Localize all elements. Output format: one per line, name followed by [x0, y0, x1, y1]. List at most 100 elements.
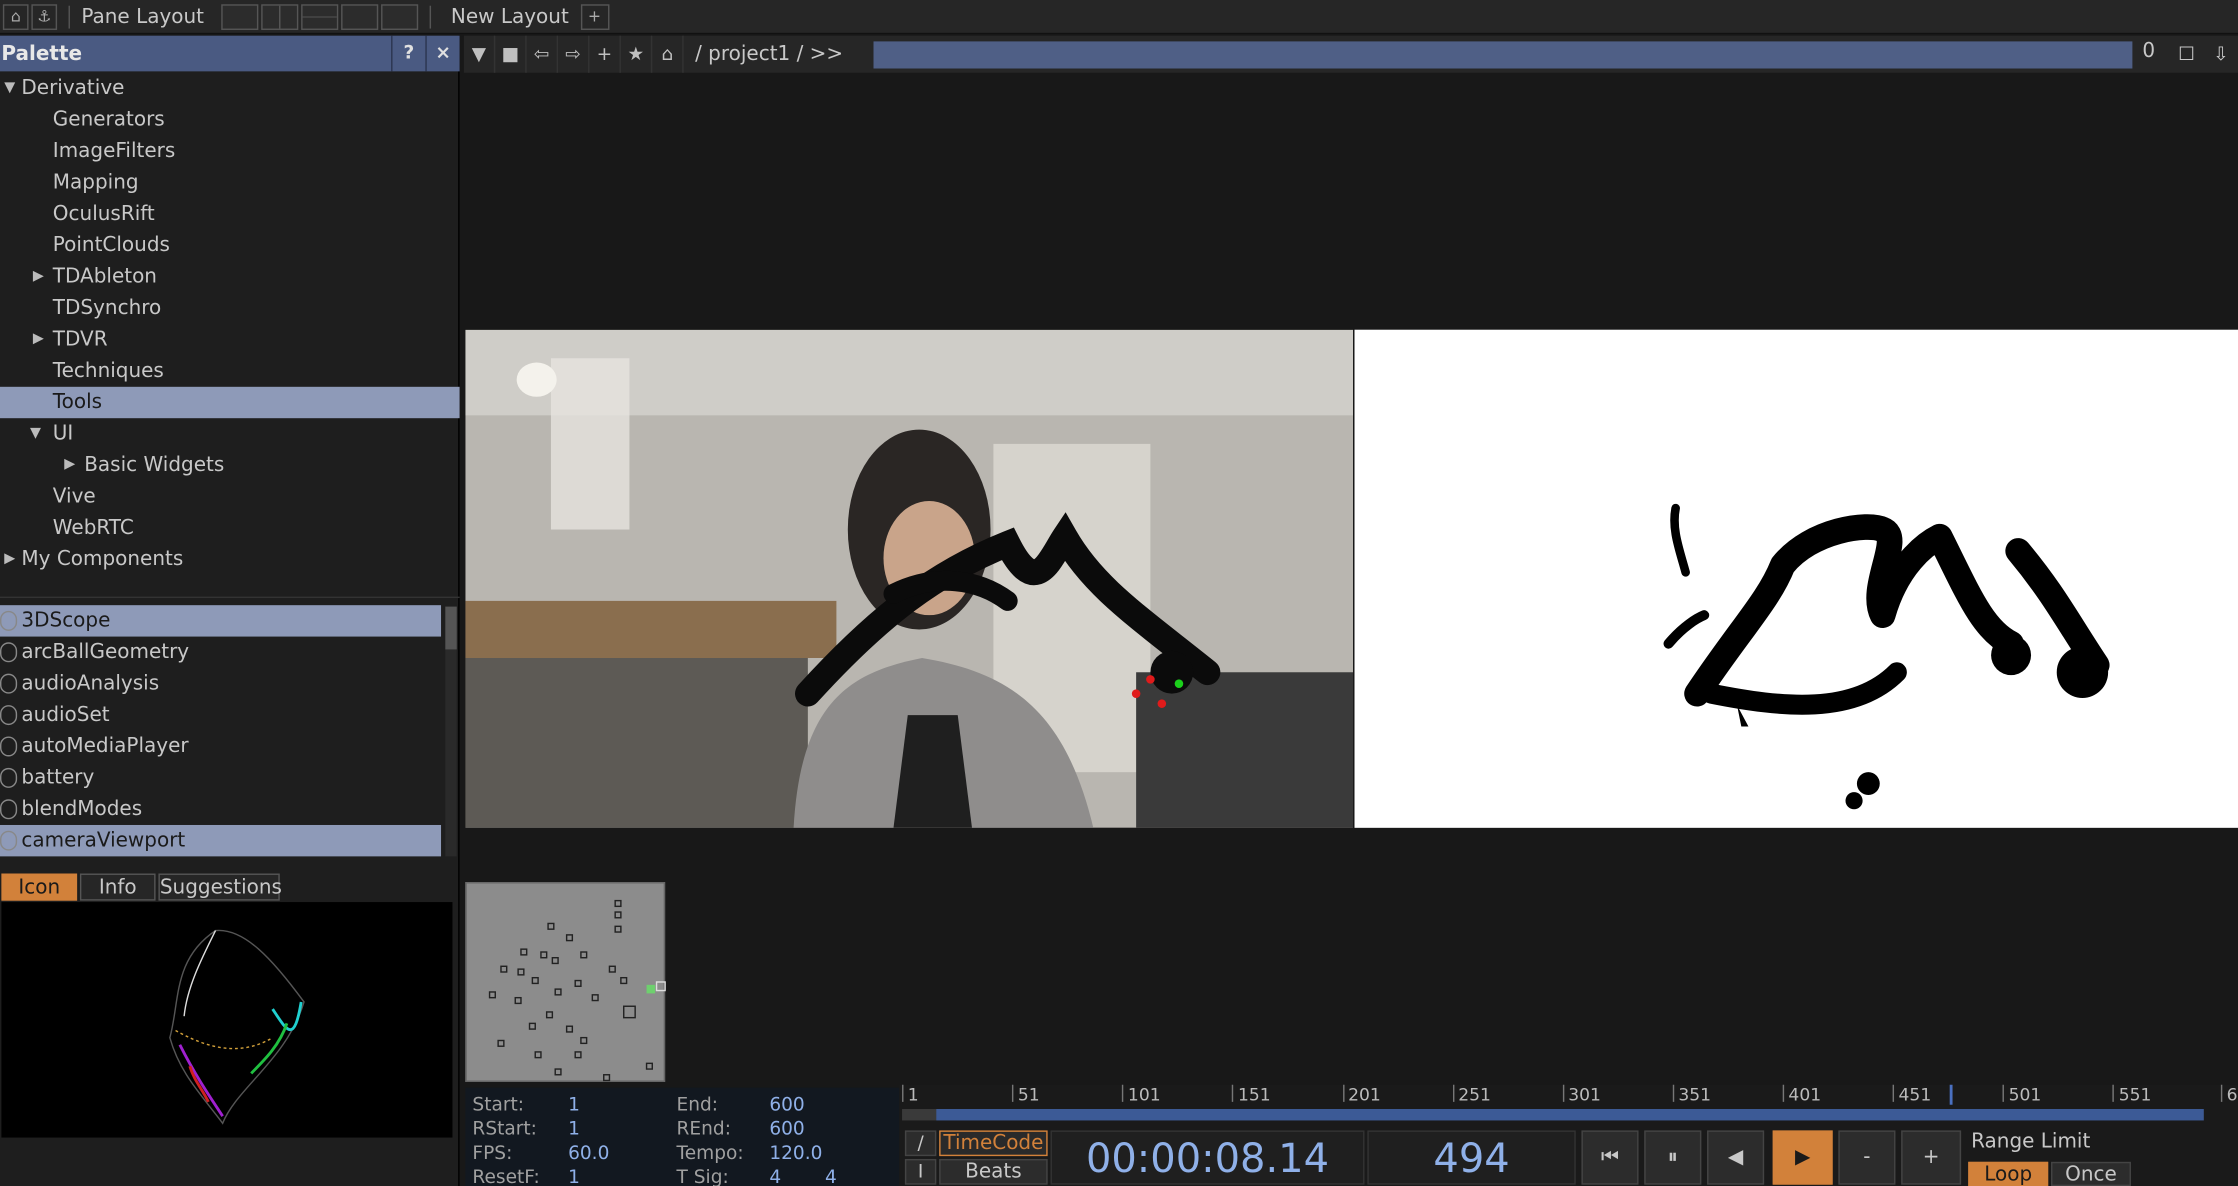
back-icon[interactable]: ⇦	[527, 35, 559, 73]
list-scrollbar[interactable]	[445, 606, 457, 857]
list-item[interactable]: battery	[0, 762, 441, 793]
playhead[interactable]	[1950, 1084, 1954, 1105]
stop-icon[interactable]: ■	[495, 35, 527, 73]
counter: 0	[2142, 39, 2156, 63]
step-back-icon[interactable]: ◀	[1707, 1130, 1765, 1185]
help-button[interactable]: ?	[391, 35, 425, 72]
end-field[interactable]: 600	[769, 1095, 804, 1116]
rstart-field[interactable]: 1	[568, 1119, 580, 1140]
tab-info[interactable]: Info	[79, 873, 156, 901]
pause-icon[interactable]: ⏸	[1644, 1130, 1702, 1185]
tab-icon[interactable]: Icon	[1, 873, 78, 901]
path-input[interactable]	[873, 41, 2133, 69]
resetf-field[interactable]: 1	[568, 1168, 580, 1186]
timeline-tick-label: 351	[1672, 1084, 1711, 1105]
list-item[interactable]: autoMediaPlayer	[0, 731, 441, 762]
timeline-tick-label: 51	[1012, 1084, 1040, 1105]
loop-toggle[interactable]: Loop	[1968, 1161, 2049, 1186]
new-layout-label[interactable]: New Layout	[451, 5, 569, 28]
tree-item-ui[interactable]: ▼ UI	[0, 418, 460, 449]
tree-item-techniques[interactable]: Techniques	[0, 355, 460, 386]
expand-icon[interactable]: ▶	[64, 450, 75, 481]
tsig-numerator-field[interactable]: 4	[769, 1168, 781, 1186]
anchor-icon[interactable]: ⚓	[31, 3, 58, 30]
window-icon[interactable]: ⌂	[2, 3, 29, 30]
layout-split-v-button[interactable]	[261, 3, 299, 30]
once-toggle[interactable]: Once	[2051, 1161, 2131, 1186]
tree-item-webrtc[interactable]: WebRTC	[0, 512, 460, 543]
layout-split-h-button[interactable]	[301, 3, 339, 30]
speed-decrease-button[interactable]: -	[1838, 1130, 1896, 1185]
add-layout-button[interactable]: +	[580, 3, 609, 30]
component-icon	[0, 705, 18, 726]
timeline-tick-label: 501	[2002, 1084, 2041, 1105]
slash-button[interactable]: /	[904, 1130, 937, 1157]
scope-preview-image	[169, 929, 305, 1125]
layout-single-button[interactable]	[221, 3, 259, 30]
tree-item-tools[interactable]: Tools	[0, 386, 460, 419]
beats-mode-button[interactable]: Beats	[939, 1158, 1048, 1185]
tree-item-tdsynchro[interactable]: TDSynchro	[0, 293, 460, 324]
add-icon[interactable]: +	[589, 35, 621, 73]
network-nodes-thumbnail	[488, 899, 666, 1082]
tree-item-pointclouds[interactable]: PointClouds	[0, 230, 460, 261]
timeline-range-bar[interactable]	[902, 1109, 2204, 1121]
tree-item-my-components[interactable]: ▶ My Components	[0, 544, 460, 575]
tree-item-derivative[interactable]: ▼ Derivative	[0, 73, 460, 104]
list-item[interactable]: cameraViewport	[0, 824, 442, 857]
menu-chevron-icon[interactable]: ▼	[464, 35, 496, 73]
expand-icon[interactable]: ▶	[33, 261, 44, 292]
component-icon	[0, 799, 18, 820]
timeline-ruler[interactable]: 151101151201251301351401451501551600	[899, 1084, 2238, 1105]
timeline-tick-label: 551	[2112, 1084, 2151, 1105]
drawing-output-view[interactable]	[1354, 329, 2238, 828]
timecode-mode-button[interactable]: TimeCode	[939, 1130, 1048, 1157]
tree-item-imagefilters[interactable]: ImageFilters	[0, 136, 460, 167]
list-item[interactable]: 3DScope	[0, 605, 442, 637]
timeline-tick-label: 201	[1342, 1084, 1381, 1105]
tree-item-mapping[interactable]: Mapping	[0, 167, 460, 198]
expand-icon[interactable]: ▶	[4, 544, 15, 575]
list-item[interactable]: audioAnalysis	[0, 668, 441, 699]
bookmark-star-icon[interactable]: ★	[621, 35, 653, 73]
tempo-field[interactable]: 120.0	[769, 1143, 822, 1164]
network-path[interactable]: / project1 / >>	[695, 43, 843, 66]
list-item[interactable]: blendModes	[0, 794, 441, 825]
tree-item-vive[interactable]: Vive	[0, 481, 460, 512]
palette-title: Palette	[1, 42, 83, 65]
forward-icon[interactable]: ⇨	[558, 35, 590, 73]
collapse-icon[interactable]: ▼	[30, 418, 41, 449]
layout-three-button[interactable]	[341, 3, 379, 30]
frame-display[interactable]: 494	[1367, 1130, 1576, 1185]
tree-item-basic-widgets[interactable]: ▶ Basic Widgets	[0, 450, 460, 481]
drawing-output-image	[1663, 503, 2110, 810]
tsig-denominator-field[interactable]: 4	[825, 1168, 837, 1186]
scrollbar-thumb[interactable]	[445, 606, 457, 650]
download-icon[interactable]: ⇩	[2205, 36, 2236, 73]
rewind-to-start-icon[interactable]: ⏮	[1581, 1130, 1639, 1185]
pane-layout-label: Pane Layout	[81, 4, 204, 28]
tree-item-generators[interactable]: Generators	[0, 104, 460, 135]
bar-button[interactable]: I	[904, 1158, 937, 1185]
expand-icon[interactable]: ▶	[33, 324, 44, 355]
camera-view[interactable]	[465, 329, 1354, 828]
list-item[interactable]: arcBallGeometry	[0, 637, 441, 668]
tab-suggestions[interactable]: Suggestions	[158, 873, 282, 901]
maximize-icon[interactable]: ☐	[2171, 36, 2202, 73]
speed-increase-button[interactable]: +	[1901, 1130, 1962, 1185]
time-settings-panel: Start: 1 End: 600 RStart: 1 REnd: 600 FP…	[465, 1087, 900, 1186]
tree-item-tdableton[interactable]: ▶ TDAbleton	[0, 261, 460, 292]
start-field[interactable]: 1	[568, 1095, 580, 1116]
home-icon[interactable]: ⌂	[652, 35, 684, 73]
fps-field[interactable]: 60.0	[568, 1143, 609, 1164]
play-icon[interactable]: ▶	[1772, 1130, 1833, 1185]
rend-field[interactable]: 600	[769, 1119, 804, 1140]
close-button[interactable]: ×	[425, 35, 459, 72]
timecode-display[interactable]: 00:00:08.14	[1050, 1130, 1365, 1185]
tree-item-tdvr[interactable]: ▶ TDVR	[0, 324, 460, 355]
timeline-tick-label: 600	[2220, 1084, 2238, 1105]
tree-item-oculusrift[interactable]: OculusRift	[0, 198, 460, 229]
list-item[interactable]: audioSet	[0, 699, 441, 730]
layout-quad-button[interactable]	[380, 3, 419, 30]
network-overview-thumbnail[interactable]	[465, 882, 666, 1082]
